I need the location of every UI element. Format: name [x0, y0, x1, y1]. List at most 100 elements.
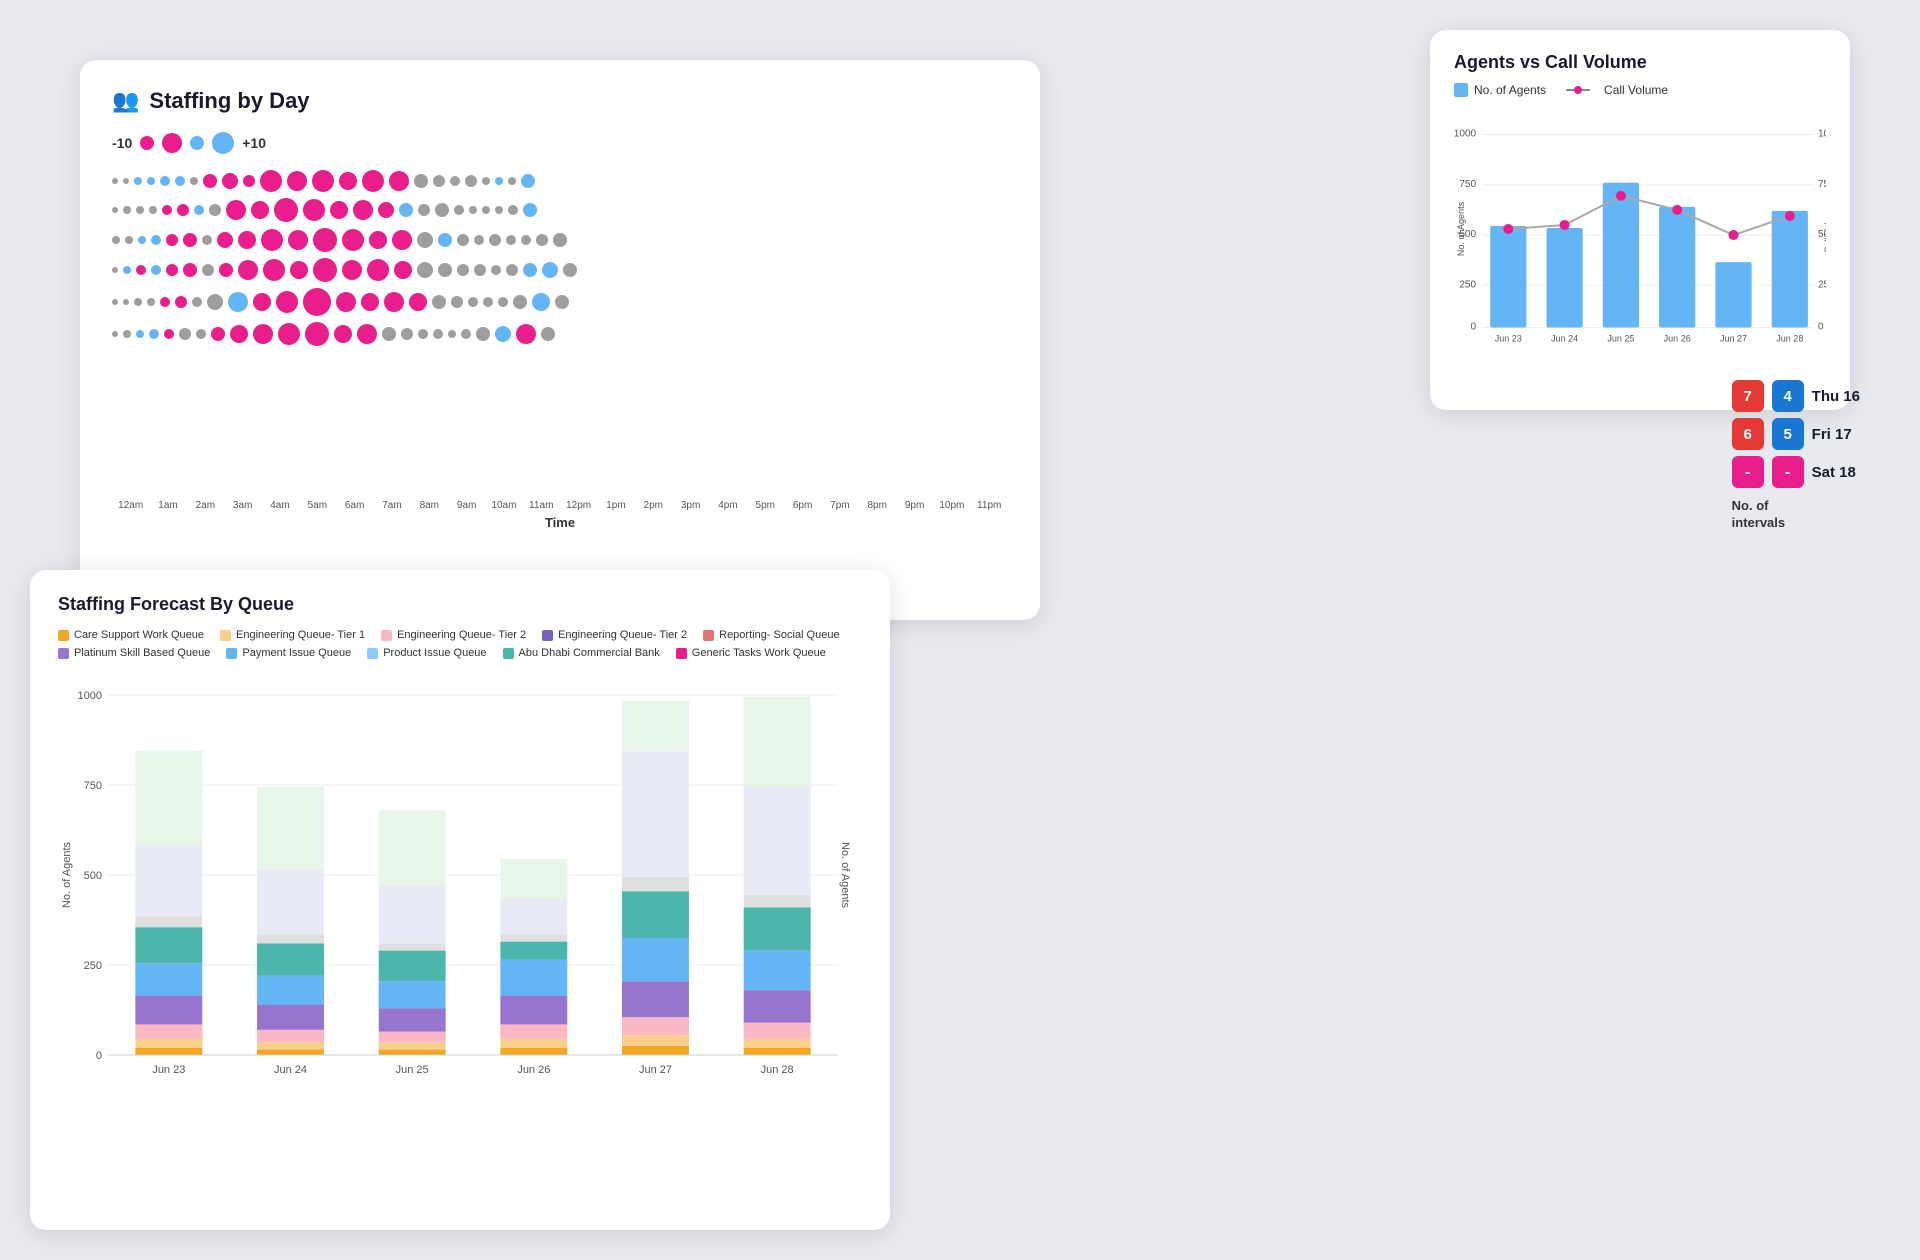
forecast-bar-segment: [500, 960, 567, 996]
line-dot-0: [1503, 224, 1513, 234]
bubble: [334, 325, 352, 343]
intervals-label: No. ofintervals: [1732, 498, 1860, 532]
bubble: [243, 175, 255, 187]
bubble: [288, 230, 308, 250]
forecast-bar-segment: [379, 886, 446, 944]
svg-text:250: 250: [1459, 279, 1476, 290]
time-label: 3pm: [672, 500, 709, 511]
bubble: [495, 177, 503, 185]
line-dot-5: [1785, 211, 1795, 221]
svg-text:Jun 26: Jun 26: [517, 1064, 550, 1076]
badge-6[interactable]: 6: [1732, 418, 1764, 450]
staffing-day-card: 👥 Staffing by Day -10 +10 12am1am2am3am4…: [80, 60, 1040, 620]
bubble: [553, 233, 567, 247]
bubble: [207, 294, 223, 310]
bubble: [433, 329, 443, 339]
forecast-bar-segment: [379, 1032, 446, 1043]
time-label: 9pm: [896, 500, 933, 511]
bubble: [339, 172, 357, 190]
x-axis-label: Time: [112, 515, 1008, 530]
bar-jun25: [1603, 183, 1639, 328]
forecast-bar-segment: [257, 1042, 324, 1049]
agents-chart-area: 1000 750 500 250 0 1000 750 500 250 0: [1454, 109, 1826, 349]
bubble: [112, 207, 118, 213]
bubble: [435, 203, 449, 217]
badge-dash-1[interactable]: -: [1732, 456, 1764, 488]
legend-dot: [367, 648, 378, 659]
bubble: [418, 204, 430, 216]
forecast-bar-segment: [500, 996, 567, 1025]
bar-jun27: [1715, 262, 1751, 327]
bubble: [175, 176, 185, 186]
legend-dot: [542, 630, 553, 641]
bubble: [457, 264, 469, 276]
legend-dot: [58, 630, 69, 641]
svg-text:1000: 1000: [1818, 129, 1826, 140]
svg-text:750: 750: [84, 780, 102, 792]
agents-legend-item: No. of Agents: [1454, 83, 1546, 97]
bubble: [194, 205, 204, 215]
bubble: [461, 329, 471, 339]
forecast-bar-segment: [622, 1046, 689, 1055]
badge-4[interactable]: 4: [1772, 380, 1804, 412]
forecast-bar-segment: [257, 1030, 324, 1043]
legend-label: Product Issue Queue: [383, 647, 486, 659]
bubble: [409, 293, 427, 311]
bubble: [482, 177, 490, 185]
bubble: [123, 330, 131, 338]
bubble: [361, 293, 379, 311]
bubble: [160, 297, 170, 307]
forecast-bar-segment: [257, 1005, 324, 1030]
bubble: [508, 177, 516, 185]
bubble: [389, 171, 409, 191]
bubble: [112, 299, 118, 305]
bubble: [465, 175, 477, 187]
bubble: [175, 296, 187, 308]
day-selector: 7 4 Thu 16 6 5 Fri 17 - - Sat 18 No. ofi…: [1732, 380, 1860, 532]
badge-5[interactable]: 5: [1772, 418, 1804, 450]
bubble: [495, 206, 503, 214]
legend-dot: [58, 648, 69, 659]
bubble: [226, 200, 246, 220]
svg-text:No. of Agents: No. of Agents: [839, 842, 851, 909]
svg-text:0: 0: [96, 1050, 102, 1062]
bubble: [238, 260, 258, 280]
forecast-bar-segment: [257, 976, 324, 1005]
badge-7[interactable]: 7: [1732, 380, 1764, 412]
day-thu-label: Thu 16: [1812, 388, 1860, 405]
bubble: [313, 228, 337, 252]
forecast-bar-segment: [622, 981, 689, 1017]
bubble: [521, 235, 531, 245]
legend-dot: [226, 648, 237, 659]
forecast-bar-segment: [135, 1024, 202, 1038]
bubble: [196, 329, 206, 339]
legend-dot: [503, 648, 514, 659]
bubble-small-cyan: [190, 136, 204, 150]
bubble: [451, 296, 463, 308]
forecast-bar-segment: [744, 787, 811, 895]
svg-text:250: 250: [84, 960, 102, 972]
day-row-thu: 7 4 Thu 16: [1732, 380, 1860, 412]
agents-legend: No. of Agents Call Volume: [1454, 83, 1826, 97]
bubble: [521, 174, 535, 188]
bubble: [523, 203, 537, 217]
badge-dash-2[interactable]: -: [1772, 456, 1804, 488]
forecast-bar-segment: [500, 942, 567, 960]
bubble: [312, 170, 334, 192]
bubble: [274, 198, 298, 222]
bubble: [489, 234, 501, 246]
legend-label: Reporting- Social Queue: [719, 629, 839, 641]
bubble: [151, 265, 161, 275]
time-label: 8am: [411, 500, 448, 511]
bubble: [228, 292, 248, 312]
forecast-bar-segment: [379, 981, 446, 1008]
forecast-bar-segment: [257, 787, 324, 870]
bubble: [253, 324, 273, 344]
svg-text:Jun 25: Jun 25: [1607, 334, 1634, 344]
forecast-bar-segment: [622, 700, 689, 750]
bubble: [418, 329, 428, 339]
bar-jun24: [1546, 228, 1582, 328]
bubble: [313, 258, 337, 282]
time-label: 11pm: [971, 500, 1008, 511]
forecast-bar-segment: [744, 951, 811, 991]
